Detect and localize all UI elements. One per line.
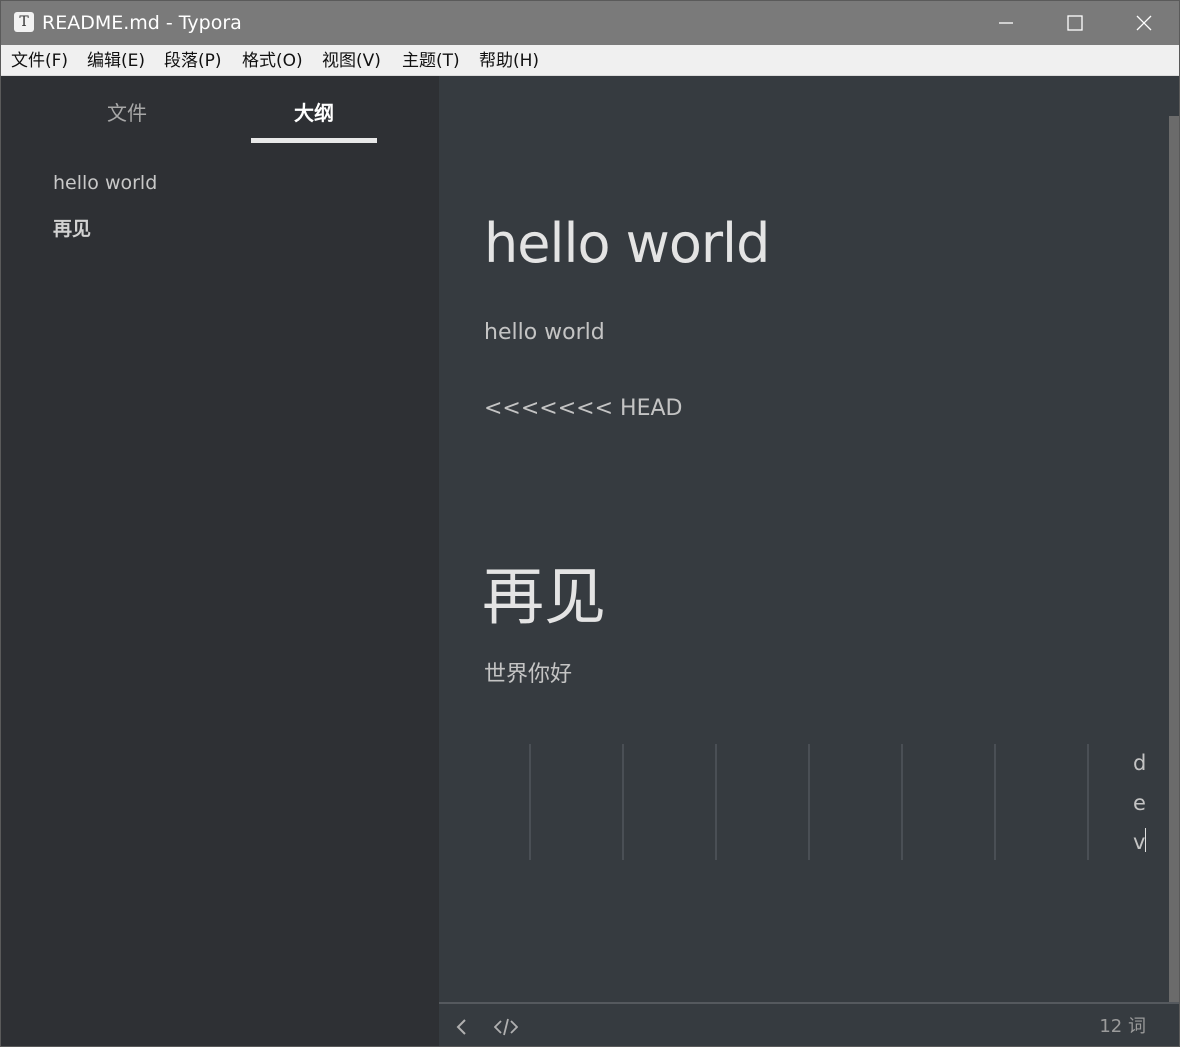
maximize-icon [1067,15,1083,31]
menu-view[interactable]: 视图(V) [322,45,381,75]
table-column-dividers [439,741,1169,861]
paragraph-merge-marker[interactable]: <<<<<<< HEAD [484,396,682,421]
maximize-button[interactable] [1040,1,1110,45]
editor-scrollbar[interactable] [1169,116,1179,1002]
paragraph-hello-world[interactable]: hello world [484,320,605,345]
column-divider [808,744,810,860]
tab-outline[interactable]: 大纲 [251,76,377,144]
menu-edit[interactable]: 编辑(E) [87,45,145,75]
sidebar: 文件 大纲 hello world 再见 [1,76,438,1046]
word-count[interactable]: 12 词 [1099,1004,1146,1046]
status-bar: 12 词 [439,1002,1179,1046]
menu-help[interactable]: 帮助(H) [479,45,539,75]
column-divider [901,744,903,860]
text-caret [1145,828,1146,852]
tab-files[interactable]: 文件 [64,76,190,144]
close-icon [1136,15,1152,31]
table-cell-char[interactable]: v [1133,830,1145,854]
menu-theme[interactable]: 主题(T) [402,45,460,75]
typora-app-icon: T [14,12,34,32]
heading-zaijian[interactable]: 再见 [482,546,606,636]
menu-file[interactable]: 文件(F) [11,45,68,75]
table-cell-char[interactable]: e [1133,791,1146,815]
source-code-icon[interactable] [493,1018,519,1040]
editor-pane[interactable]: hello world hello world <<<<<<< HEAD 再见 … [439,76,1179,1002]
minimize-icon [999,22,1013,24]
chevron-left-icon[interactable] [455,1018,469,1040]
close-button[interactable] [1109,1,1179,45]
typora-window: T README.md - Typora 文件(F) 编辑(E) 段落(P) 格… [0,0,1180,1047]
menu-format[interactable]: 格式(O) [242,45,303,75]
paragraph-shijie-nihao[interactable]: 世界你好 [484,656,572,688]
minimize-button[interactable] [971,1,1041,45]
column-divider [622,744,624,860]
active-tab-indicator [251,138,377,143]
column-divider [529,744,531,860]
menu-paragraph[interactable]: 段落(P) [164,45,222,75]
outline-item-zaijian[interactable]: 再见 [53,214,91,241]
column-divider [994,744,996,860]
table-cell-char[interactable]: d [1133,751,1146,775]
menu-bar: 文件(F) 编辑(E) 段落(P) 格式(O) 视图(V) 主题(T) 帮助(H… [1,45,1179,76]
window-title: README.md - Typora [42,12,242,34]
column-divider [1087,744,1089,860]
column-divider [715,744,717,860]
outline-item-hello-world[interactable]: hello world [53,172,157,194]
title-bar: T README.md - Typora [1,1,1179,45]
heading-hello-world[interactable]: hello world [484,212,770,275]
